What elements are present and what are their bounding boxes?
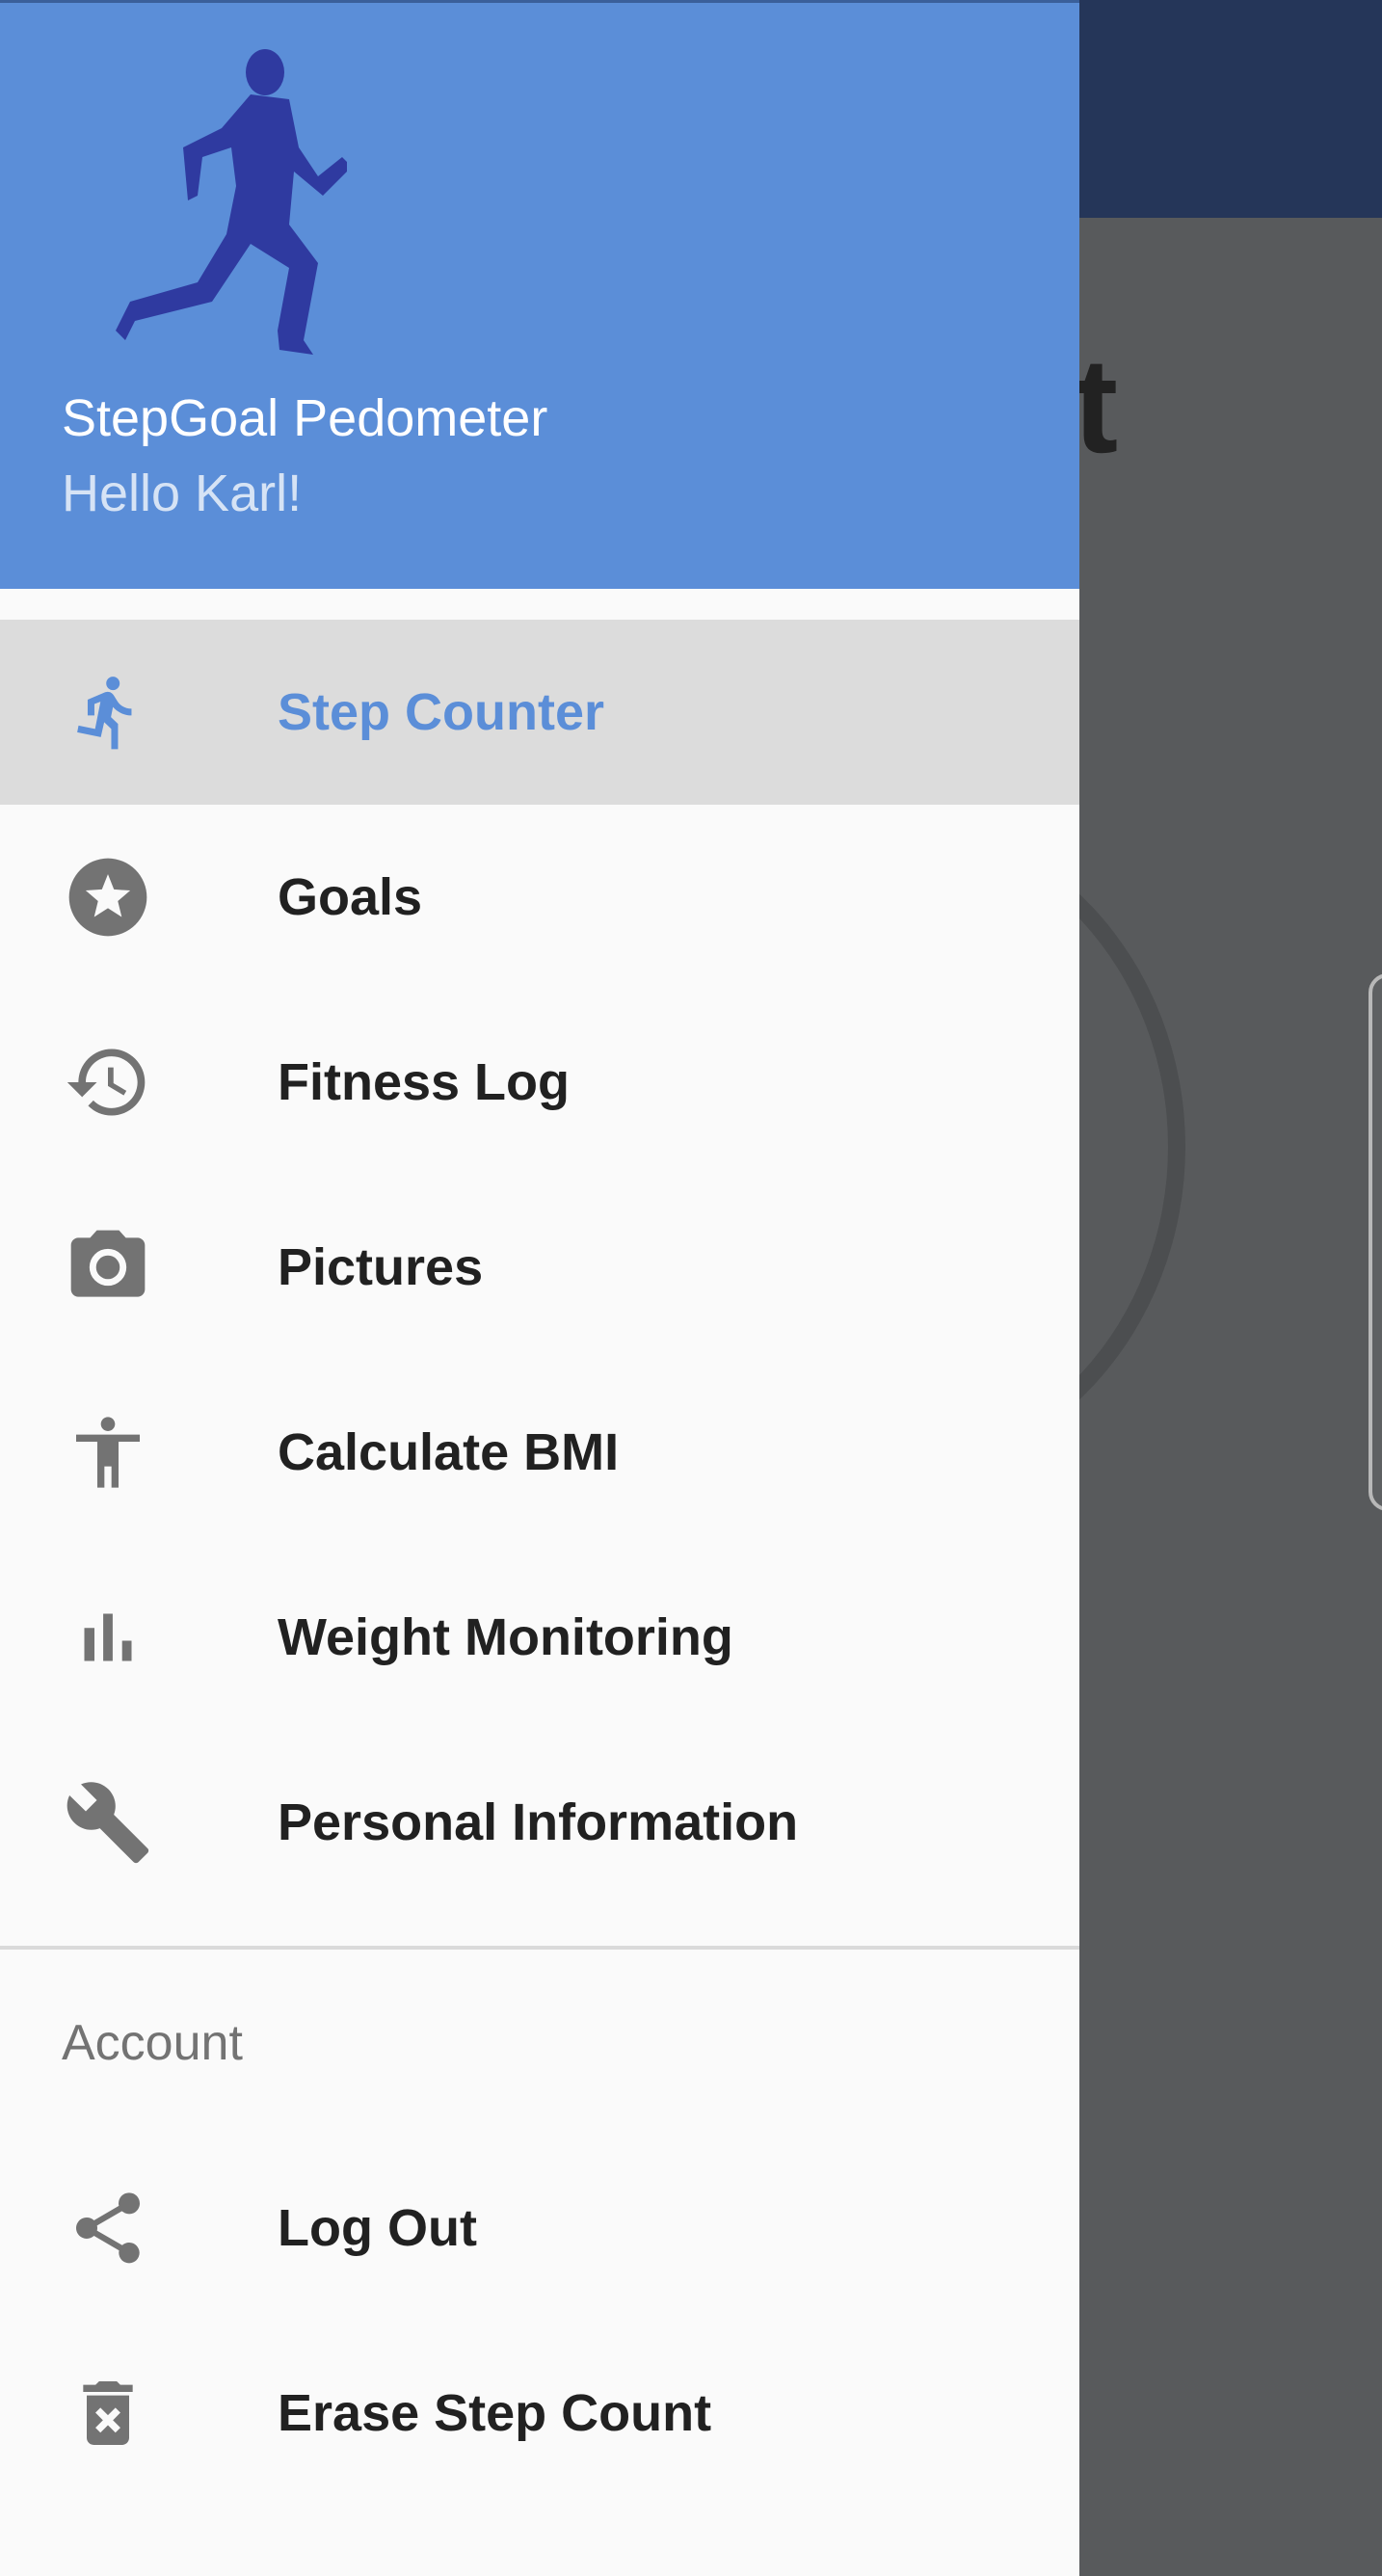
drawer-header: StepGoal Pedometer Hello Karl! <box>0 0 1079 589</box>
directions-run-icon <box>60 664 156 760</box>
star-circle-icon <box>60 849 156 945</box>
menu-item-label: Personal Information <box>278 1793 799 1851</box>
menu-item-goals[interactable]: Goals <box>0 805 1079 990</box>
menu-item-label: Erase Step Count <box>278 2384 712 2442</box>
menu-item-label: Calculate BMI <box>278 1423 620 1481</box>
share-icon <box>60 2180 156 2276</box>
menu-item-label: Goals <box>278 868 423 926</box>
menu-item-erase-step-count[interactable]: Erase Step Count <box>0 2321 1079 2506</box>
history-icon <box>60 1034 156 1130</box>
runner-logo <box>116 49 347 355</box>
menu-item-label: Step Counter <box>278 683 605 741</box>
menu-item-fitness-log[interactable]: Fitness Log <box>0 990 1079 1175</box>
drawer-menu: Step Counter Goals Fitness Log Pictures <box>0 620 1079 1915</box>
menu-item-label: Pictures <box>278 1238 484 1296</box>
background-card <box>1369 973 1382 1511</box>
bar-chart-icon <box>60 1589 156 1686</box>
menu-item-label: Fitness Log <box>278 1053 571 1111</box>
menu-item-personal-information[interactable]: Personal Information <box>0 1730 1079 1915</box>
menu-item-log-out[interactable]: Log Out <box>0 2136 1079 2321</box>
menu-item-calculate-bmi[interactable]: Calculate BMI <box>0 1360 1079 1545</box>
app-title: StepGoal Pedometer <box>62 389 548 447</box>
greeting-text: Hello Karl! <box>62 465 303 522</box>
menu-item-label: Log Out <box>278 2199 477 2257</box>
accessibility-icon <box>60 1404 156 1500</box>
account-menu: Log Out Erase Step Count <box>0 2136 1079 2506</box>
navigation-drawer: StepGoal Pedometer Hello Karl! Step Coun… <box>0 0 1079 2576</box>
menu-item-label: Weight Monitoring <box>278 1608 733 1666</box>
menu-item-step-counter[interactable]: Step Counter <box>0 620 1079 805</box>
wrench-icon <box>60 1774 156 1871</box>
section-header-account: Account <box>62 2015 243 2071</box>
menu-item-weight-monitoring[interactable]: Weight Monitoring <box>0 1545 1079 1730</box>
camera-icon <box>60 1219 156 1315</box>
menu-divider <box>0 1946 1079 1950</box>
delete-forever-icon <box>60 2365 156 2461</box>
menu-item-pictures[interactable]: Pictures <box>0 1175 1079 1360</box>
